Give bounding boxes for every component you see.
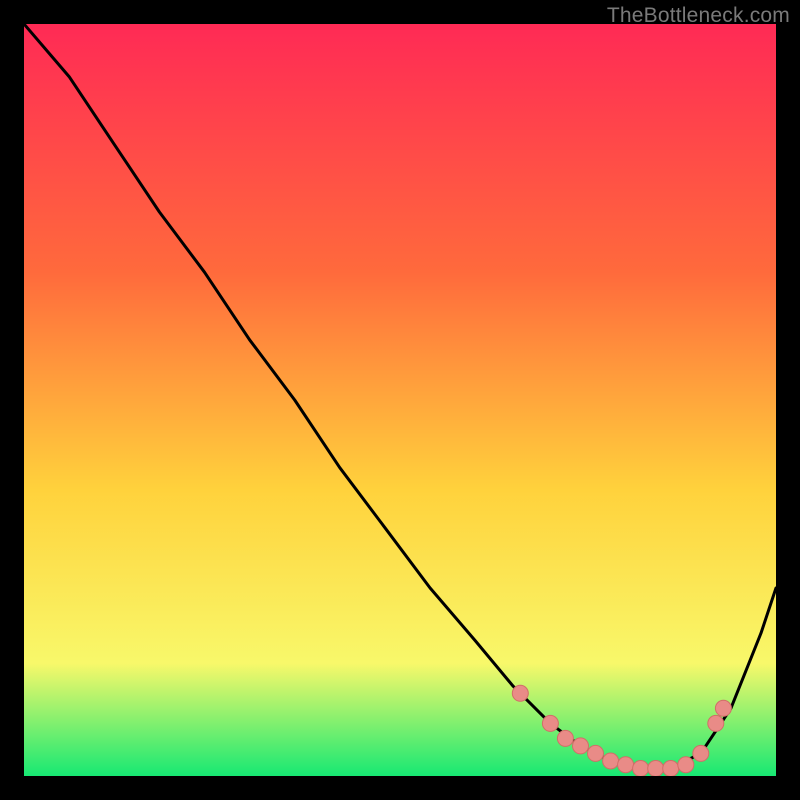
marker-dot (573, 738, 589, 754)
marker-dot (678, 757, 694, 773)
marker-dot (693, 745, 709, 761)
marker-dot (542, 715, 558, 731)
marker-dot (557, 730, 573, 746)
marker-dot (663, 761, 679, 777)
marker-dot (708, 715, 724, 731)
bottleneck-chart (24, 24, 776, 776)
marker-dot (618, 757, 634, 773)
marker-dot (648, 761, 664, 777)
marker-dot (588, 745, 604, 761)
marker-dot (603, 753, 619, 769)
chart-stage: TheBottleneck.com (0, 0, 800, 800)
marker-dot (715, 700, 731, 716)
plot-background (24, 24, 776, 776)
marker-dot (512, 685, 528, 701)
marker-dot (633, 761, 649, 777)
